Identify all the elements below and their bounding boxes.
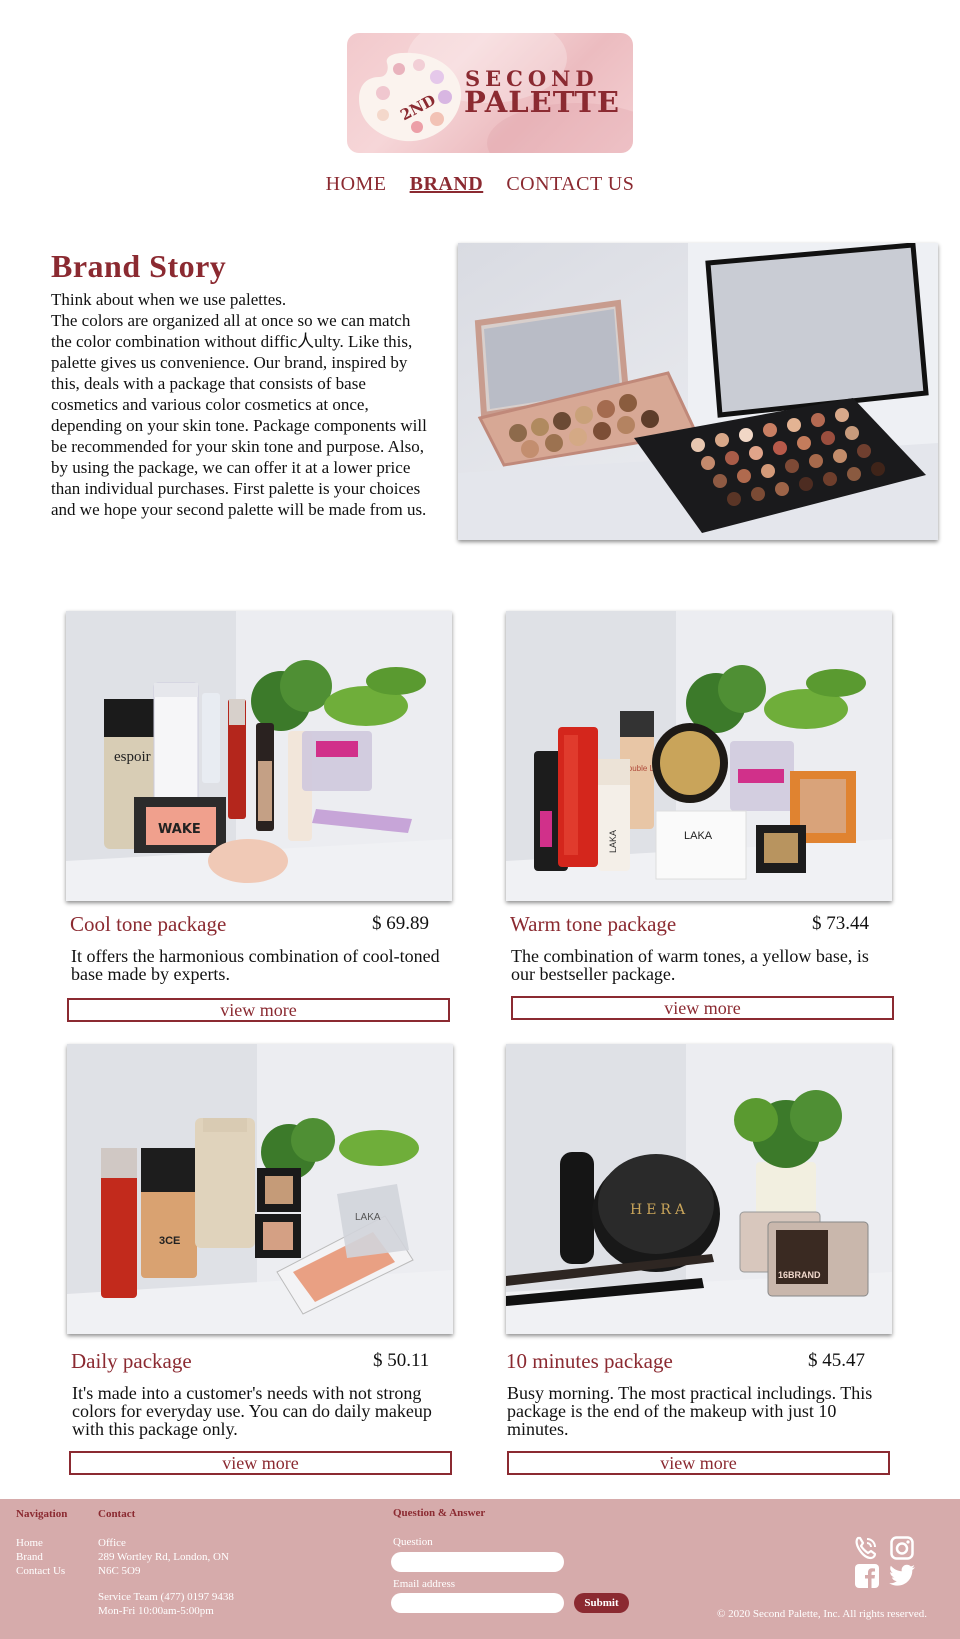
label-laka-daily: LAKA bbox=[355, 1212, 381, 1223]
product-photo-10-minutes[interactable]: HERA 16BRAND bbox=[506, 1044, 892, 1334]
product-photo-cool[interactable]: espoir WAKE bbox=[66, 611, 452, 901]
label-espoir: espoir bbox=[114, 749, 151, 765]
facebook-icon[interactable] bbox=[855, 1564, 879, 1588]
product-photo-warm[interactable]: Double Lasting LAKA LAKA bbox=[506, 611, 892, 901]
main-nav: HOME BRAND CONTACT US bbox=[0, 173, 960, 196]
product-description: The combination of warm tones, a yellow … bbox=[511, 946, 869, 984]
label-3ce: 3CE bbox=[159, 1235, 180, 1247]
brand-story-text: Think about when we use palettes. The co… bbox=[51, 289, 431, 520]
product-title[interactable]: Warm tone package bbox=[510, 912, 676, 937]
phone-icon[interactable] bbox=[853, 1535, 879, 1561]
brand-story-body: The colors are organized all at once so … bbox=[51, 311, 427, 519]
footer-nav-links: Home Brand Contact Us bbox=[16, 1536, 65, 1578]
office-label: Office bbox=[98, 1537, 126, 1549]
footer-link-home[interactable]: Home bbox=[16, 1536, 65, 1550]
product-title[interactable]: Daily package bbox=[71, 1349, 192, 1374]
submit-button[interactable]: Submit bbox=[574, 1593, 629, 1613]
label-hera: HERA bbox=[630, 1202, 689, 1218]
nav-home[interactable]: HOME bbox=[326, 173, 387, 196]
product-description: It's made into a customer's needs with n… bbox=[72, 1383, 432, 1439]
logo-palette-text: PALETTE bbox=[464, 85, 620, 119]
email-label: Email address bbox=[393, 1578, 456, 1590]
palette-logo-icon: 2ND bbox=[359, 52, 462, 142]
qa-heading: Question & Answer bbox=[393, 1507, 486, 1519]
product-photo-daily[interactable]: 3CE LAKA bbox=[67, 1044, 453, 1334]
question-input[interactable] bbox=[391, 1552, 564, 1572]
product-description: Busy morning. The most practical includi… bbox=[507, 1383, 873, 1439]
instagram-icon[interactable] bbox=[890, 1536, 914, 1560]
label-16brand: 16BRAND bbox=[778, 1270, 821, 1280]
email-input[interactable] bbox=[391, 1593, 564, 1613]
brand-story-intro: Think about when we use palettes. bbox=[51, 290, 287, 309]
product-price: $ 45.47 bbox=[808, 1350, 865, 1371]
office-address-line1: 289 Wortley Rd, London, ON bbox=[98, 1551, 229, 1563]
view-more-button[interactable]: view more bbox=[67, 998, 450, 1022]
footer-service: Service Team (477) 0197 9438 Mon-Fri 10:… bbox=[98, 1590, 234, 1618]
label-wake: WAKE bbox=[158, 822, 201, 837]
label-laka-compact: LAKA bbox=[684, 830, 713, 842]
brand-story-title: Brand Story bbox=[51, 248, 227, 284]
logo[interactable]: 2ND SECOND PALETTE bbox=[347, 33, 633, 153]
footer-office: Office 289 Wortley Rd, London, ON N6C 5O… bbox=[98, 1536, 229, 1578]
question-label: Question bbox=[393, 1536, 433, 1548]
product-description: It offers the harmonious combination of … bbox=[71, 946, 440, 984]
product-price: $ 69.89 bbox=[372, 913, 429, 934]
nav-contact-us[interactable]: CONTACT US bbox=[506, 173, 634, 196]
footer-contact-heading: Contact bbox=[98, 1508, 136, 1520]
view-more-button[interactable]: view more bbox=[507, 1451, 890, 1475]
office-address-line2: N6C 5O9 bbox=[98, 1565, 141, 1577]
label-laka-tube: LAKA bbox=[608, 830, 618, 853]
view-more-button[interactable]: view more bbox=[69, 1451, 452, 1475]
hero-palette-photo bbox=[458, 243, 938, 540]
service-team-phone: Service Team (477) 0197 9438 bbox=[98, 1591, 234, 1603]
copyright-text: © 2020 Second Palette, Inc. All rights r… bbox=[717, 1608, 927, 1620]
footer-navigation-heading: Navigation bbox=[16, 1508, 68, 1520]
product-title[interactable]: 10 minutes package bbox=[506, 1349, 673, 1374]
product-price: $ 50.11 bbox=[373, 1350, 430, 1371]
twitter-icon[interactable] bbox=[888, 1564, 916, 1588]
product-price: $ 73.44 bbox=[812, 913, 869, 934]
footer-link-brand[interactable]: Brand bbox=[16, 1550, 65, 1564]
product-title[interactable]: Cool tone package bbox=[70, 912, 226, 937]
service-hours: Mon-Fri 10:00am-5:00pm bbox=[98, 1605, 214, 1617]
view-more-button[interactable]: view more bbox=[511, 996, 894, 1020]
nav-brand[interactable]: BRAND bbox=[410, 173, 484, 196]
footer-link-contact-us[interactable]: Contact Us bbox=[16, 1564, 65, 1578]
